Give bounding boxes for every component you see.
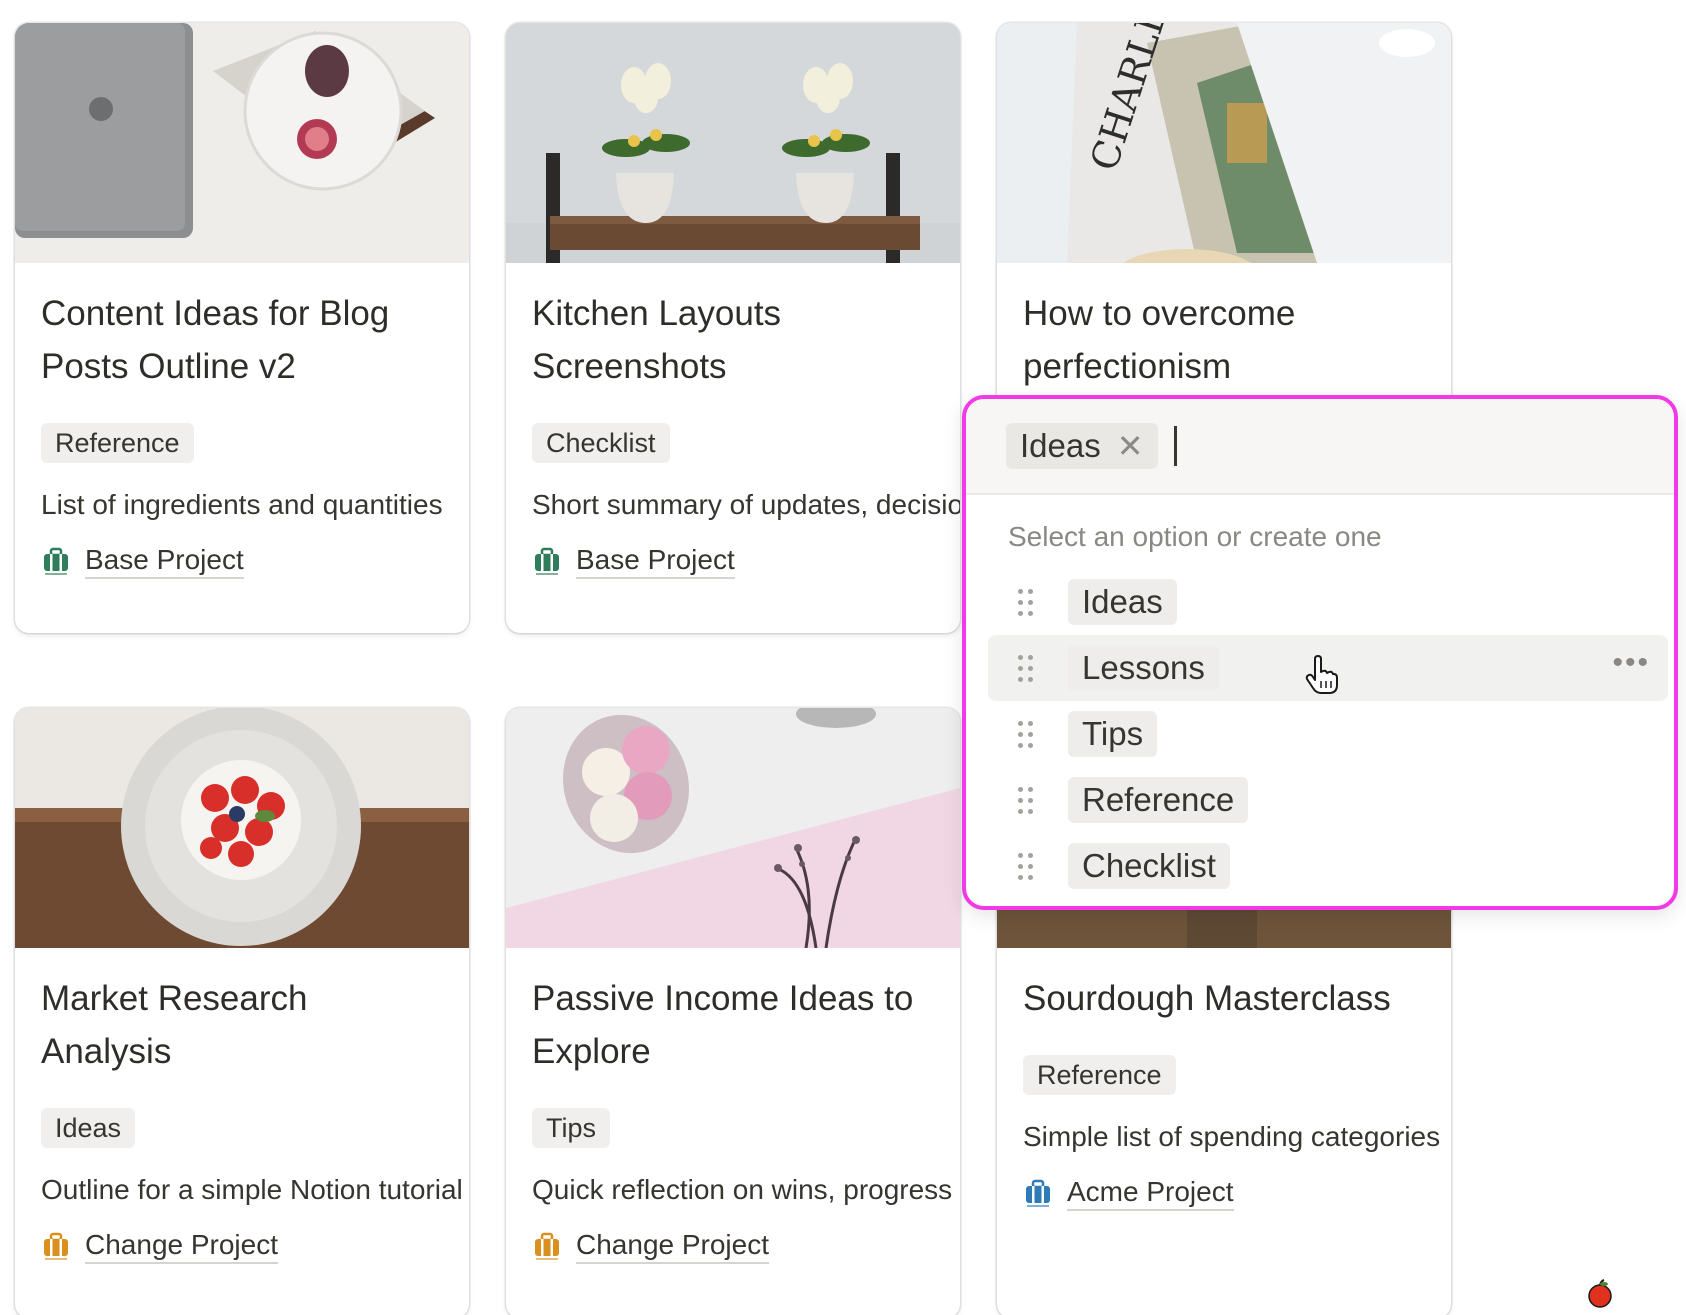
option-item[interactable]: Checklist	[988, 833, 1668, 899]
card-description: Short summary of updates, decisions	[532, 489, 960, 520]
gallery-card[interactable]: Market Research Analysis Ideas Outline f…	[15, 708, 469, 1315]
drag-handle-icon[interactable]	[1018, 721, 1034, 749]
card-description: List of ingredients and quantities	[41, 489, 443, 520]
drag-handle-icon[interactable]	[1018, 853, 1034, 881]
option-item[interactable]: Ideas	[988, 569, 1668, 635]
option-label: Reference	[1068, 777, 1249, 823]
project-label[interactable]: Base Project	[576, 543, 735, 579]
dropdown-hint: Select an option or create one	[1008, 521, 1382, 552]
drag-handle-icon[interactable]	[1018, 589, 1034, 617]
tag-search-input[interactable]: Ideas ✕	[966, 399, 1674, 495]
gallery-card[interactable]: Content Ideas for Blog Posts Outline v2 …	[15, 23, 469, 633]
project-label[interactable]: Acme Project	[1067, 1175, 1234, 1211]
drag-handle-icon[interactable]	[1018, 787, 1034, 815]
card-title: How to overcome perfectionism	[1023, 294, 1296, 386]
suitcase-icon	[535, 547, 559, 575]
card-title: Kitchen Layouts Screenshots	[532, 294, 782, 386]
card-title: Market Research Analysis	[41, 979, 308, 1071]
card-title: Sourdough Masterclass	[1023, 979, 1391, 1018]
project-label[interactable]: Change Project	[576, 1228, 770, 1264]
remove-tag-icon[interactable]: ✕	[1117, 430, 1144, 462]
card-cover-image	[15, 23, 469, 263]
suitcase-icon	[535, 1232, 559, 1260]
option-label: Tips	[1068, 711, 1158, 757]
card-description: Outline for a simple Notion tutorial	[41, 1174, 463, 1205]
suitcase-icon	[44, 1232, 68, 1260]
magazine-photo: CHARLES	[997, 23, 1451, 263]
strawberry-cake-photo	[15, 708, 469, 948]
card-title: Passive Income Ideas to Explore	[532, 979, 914, 1071]
gallery-card[interactable]: Kitchen Layouts Screenshots Checklist Sh…	[506, 23, 960, 633]
option-item[interactable]: Tips	[988, 701, 1668, 767]
tulips-shelf-photo	[506, 23, 960, 263]
card-cover-image	[506, 23, 960, 263]
tag-badge: Reference	[41, 423, 194, 463]
card-cover-image	[15, 708, 469, 948]
project-label[interactable]: Change Project	[85, 1228, 279, 1264]
tag-badge: Reference	[1023, 1055, 1176, 1095]
card-description: Simple list of spending categories	[1023, 1121, 1441, 1152]
option-label: Checklist	[1068, 843, 1230, 889]
option-label: Ideas	[1068, 579, 1177, 625]
project-link[interactable]: Change Project	[532, 1228, 934, 1264]
tag-badge: Checklist	[532, 423, 670, 463]
project-link[interactable]: Base Project	[41, 543, 443, 579]
tag-badge: Ideas	[41, 1108, 136, 1148]
tag-select-dropdown[interactable]: Ideas ✕ Select an option or create one I…	[962, 395, 1678, 910]
card-cover-image: CHARLES	[997, 23, 1451, 263]
macarons-photo	[506, 708, 960, 948]
card-description: Quick reflection on wins, progress	[532, 1174, 953, 1205]
option-item[interactable]: Reference	[988, 767, 1668, 833]
hand-cursor-icon	[1305, 655, 1338, 694]
selected-tag-label: Ideas	[1020, 427, 1101, 464]
suitcase-icon	[44, 547, 68, 575]
option-label: Lessons	[1068, 645, 1219, 691]
laptop-fig-photo	[15, 23, 469, 263]
project-link[interactable]: Acme Project	[1023, 1175, 1425, 1211]
project-label[interactable]: Base Project	[85, 543, 244, 579]
project-link[interactable]: Change Project	[41, 1228, 443, 1264]
more-options-icon[interactable]: •••	[1612, 648, 1650, 678]
option-list: Ideas Lessons ••• Tips Reference Checkli…	[966, 569, 1674, 899]
apple-icon	[1588, 1279, 1612, 1308]
card-cover-image	[506, 708, 960, 948]
tag-badge: Tips	[532, 1108, 611, 1148]
card-title: Content Ideas for Blog Posts Outline v2	[41, 294, 390, 386]
drag-handle-icon[interactable]	[1018, 655, 1034, 683]
selected-tag-chip: Ideas ✕	[1006, 423, 1158, 469]
text-caret	[1173, 426, 1177, 466]
suitcase-icon	[1026, 1179, 1050, 1207]
project-link[interactable]: Base Project	[532, 543, 934, 579]
gallery-card[interactable]: Passive Income Ideas to Explore Tips Qui…	[506, 708, 960, 1315]
